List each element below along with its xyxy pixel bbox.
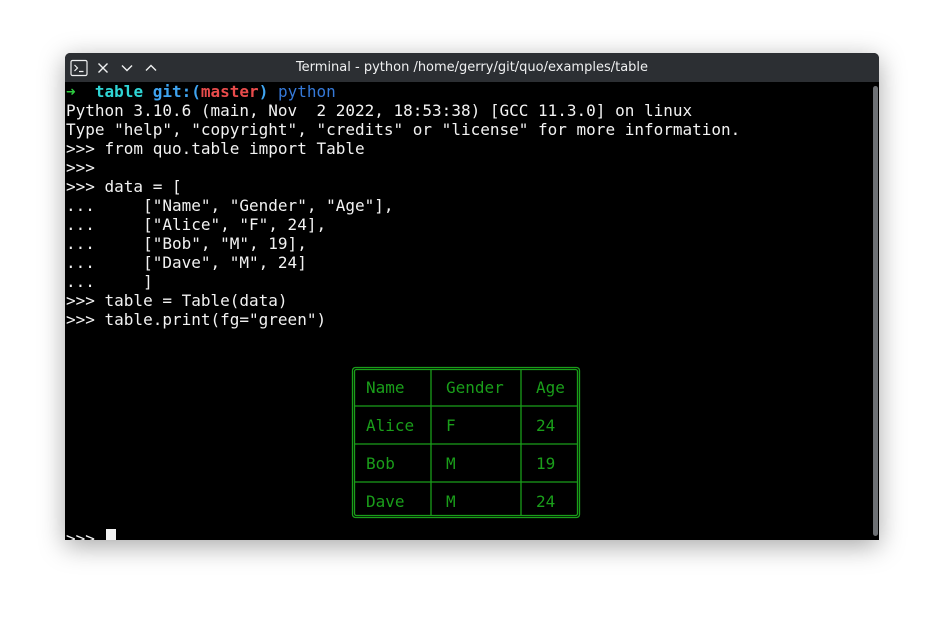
- output-line: Python 3.10.6 (main, Nov 2 2022, 18:53:3…: [66, 101, 693, 120]
- prompt-arrow: ➜: [66, 82, 76, 101]
- table-header-name: Name: [366, 378, 405, 397]
- output-line: >>> table.print(fg="green"): [66, 310, 327, 329]
- prompt-branch: master: [200, 82, 259, 101]
- output-line: ... ["Dave", "M", 24]: [66, 253, 307, 272]
- terminal-output[interactable]: ➜ table git:(master) python Python 3.10.…: [65, 82, 871, 540]
- prompt-cwd: table: [94, 82, 144, 101]
- terminal-window: Terminal - python /home/gerry/git/quo/ex…: [65, 53, 879, 540]
- output-line: ... ]: [66, 272, 153, 291]
- table-cell: 24: [536, 492, 556, 511]
- output-line: ... ["Name", "Gender", "Age"],: [66, 196, 394, 215]
- table-cell: Dave: [366, 492, 405, 511]
- title-bar[interactable]: Terminal - python /home/gerry/git/quo/ex…: [65, 53, 879, 82]
- text-cursor: [106, 529, 116, 540]
- output-line: ... ["Alice", "F", 24],: [66, 215, 327, 234]
- output-line: Type "help", "copyright", "credits" or "…: [66, 120, 741, 139]
- output-line: >>> data = [: [66, 177, 182, 196]
- table-cell: M: [446, 492, 456, 511]
- table-header-age: Age: [536, 378, 565, 397]
- scrollbar[interactable]: [871, 82, 879, 540]
- output-line: >>> from quo.table import Table: [66, 139, 365, 158]
- output-line: ... ["Bob", "M", 19],: [66, 234, 307, 253]
- table-cell: M: [446, 454, 456, 473]
- repl-prompt: >>>: [66, 529, 105, 540]
- table-cell: 19: [536, 454, 556, 473]
- prompt-git: git:(: [152, 82, 201, 101]
- table-cell: Alice: [366, 416, 415, 435]
- table-cell: 24: [536, 416, 556, 435]
- shell-prompt-line: ➜ table git:(master) python: [66, 82, 336, 101]
- prompt-command: python: [277, 82, 336, 101]
- rendered-table: Name Gender Age Alice F 24 Bob M 19 Dave…: [351, 366, 581, 519]
- table-cell: Bob: [366, 454, 395, 473]
- window-title: Terminal - python /home/gerry/git/quo/ex…: [295, 60, 649, 75]
- table-header-gender: Gender: [446, 378, 504, 397]
- prompt-git-close: ): [258, 82, 269, 101]
- table-cell: F: [446, 416, 456, 435]
- output-line: >>>: [66, 158, 105, 177]
- scrollbar-thumb[interactable]: [873, 86, 878, 536]
- output-line: >>> table = Table(data): [66, 291, 288, 310]
